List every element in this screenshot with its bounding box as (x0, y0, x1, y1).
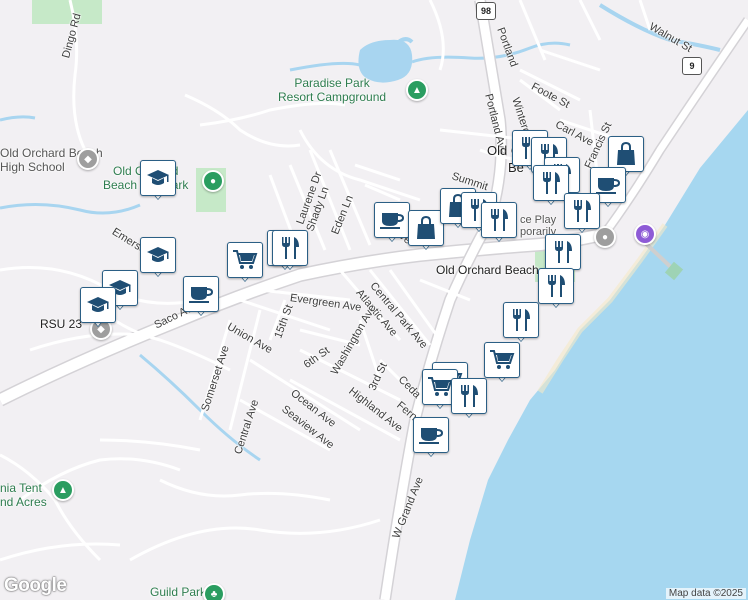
campground-pin-icon[interactable]: ▲ (406, 79, 428, 101)
restaurant-icon (539, 170, 563, 196)
map-marker-shopping-bag[interactable] (408, 210, 444, 252)
coffee-icon (188, 283, 214, 305)
coffee-icon (418, 424, 444, 446)
place-label-rsu-23: RSU 23 (40, 317, 83, 331)
stream (0, 202, 141, 215)
shopping-bag-icon (615, 142, 637, 166)
poi-label-guild-park[interactable]: Guild Park (150, 585, 206, 599)
google-logo: Google (4, 575, 67, 596)
shopping-bag-icon (415, 216, 437, 240)
school-icon (146, 244, 170, 266)
school-icon (146, 167, 170, 189)
coffee-icon (379, 209, 405, 231)
ball-park-pin-icon[interactable]: ● (202, 170, 224, 192)
map-marker-school[interactable] (140, 237, 176, 279)
map-marker-restaurant[interactable] (538, 268, 574, 310)
map-marker-school[interactable] (80, 287, 116, 329)
park-area (32, 0, 102, 24)
map-marker-grocery-cart[interactable] (227, 242, 263, 284)
map-marker-coffee[interactable] (183, 276, 219, 318)
poi-label-paradise-park[interactable]: Paradise Park Resort Campground (278, 76, 386, 104)
school-icon (86, 294, 110, 316)
campground-pin-icon[interactable]: ▲ (52, 479, 74, 501)
map-marker-restaurant[interactable] (451, 378, 487, 420)
poi-label-line: ce Play (520, 214, 557, 226)
map-canvas[interactable]: Dingo Rd Portland Walnut St Foote St Win… (0, 0, 748, 600)
map-attribution[interactable]: Map data ©2025 (665, 588, 746, 599)
place-label-old-orchard-beach: Old Orchard Beach (436, 263, 539, 277)
map-marker-restaurant[interactable] (481, 202, 517, 244)
route-98-shield-icon: 98 (476, 2, 496, 20)
restaurant-icon (509, 307, 533, 333)
map-marker-coffee[interactable] (413, 417, 449, 459)
map-marker-coffee[interactable] (374, 202, 410, 244)
restaurant-icon (544, 273, 568, 299)
restaurant-icon (551, 239, 575, 265)
map-marker-restaurant[interactable] (503, 302, 539, 344)
map-marker-restaurant[interactable] (272, 230, 308, 272)
map-marker-grocery-cart[interactable] (484, 342, 520, 384)
restaurant-icon (570, 198, 594, 224)
park-pin-icon[interactable]: ♣ (203, 583, 225, 600)
map-marker-school[interactable] (140, 160, 176, 202)
restaurant-icon (487, 207, 511, 233)
school-pin-icon[interactable]: ◆ (77, 148, 99, 170)
poi-label-line: Paradise Park (294, 76, 370, 90)
grocery-cart-icon (232, 248, 258, 272)
grocery-cart-icon (489, 348, 515, 372)
poi-label-line: Resort Campground (278, 90, 387, 104)
poi-label-line: nd Acres (0, 495, 47, 509)
photo-spot-pin-icon[interactable]: ◉ (634, 223, 656, 245)
map-marker-restaurant[interactable] (564, 193, 600, 235)
restaurant-icon (278, 235, 302, 261)
poi-label-line: nia Tent (0, 481, 42, 495)
stream (289, 41, 571, 72)
poi-label-tent-acres[interactable]: nia Tent nd Acres (0, 481, 47, 509)
restaurant-icon (457, 383, 481, 409)
route-9-shield-icon: 9 (682, 57, 702, 75)
grocery-cart-icon (427, 375, 453, 399)
